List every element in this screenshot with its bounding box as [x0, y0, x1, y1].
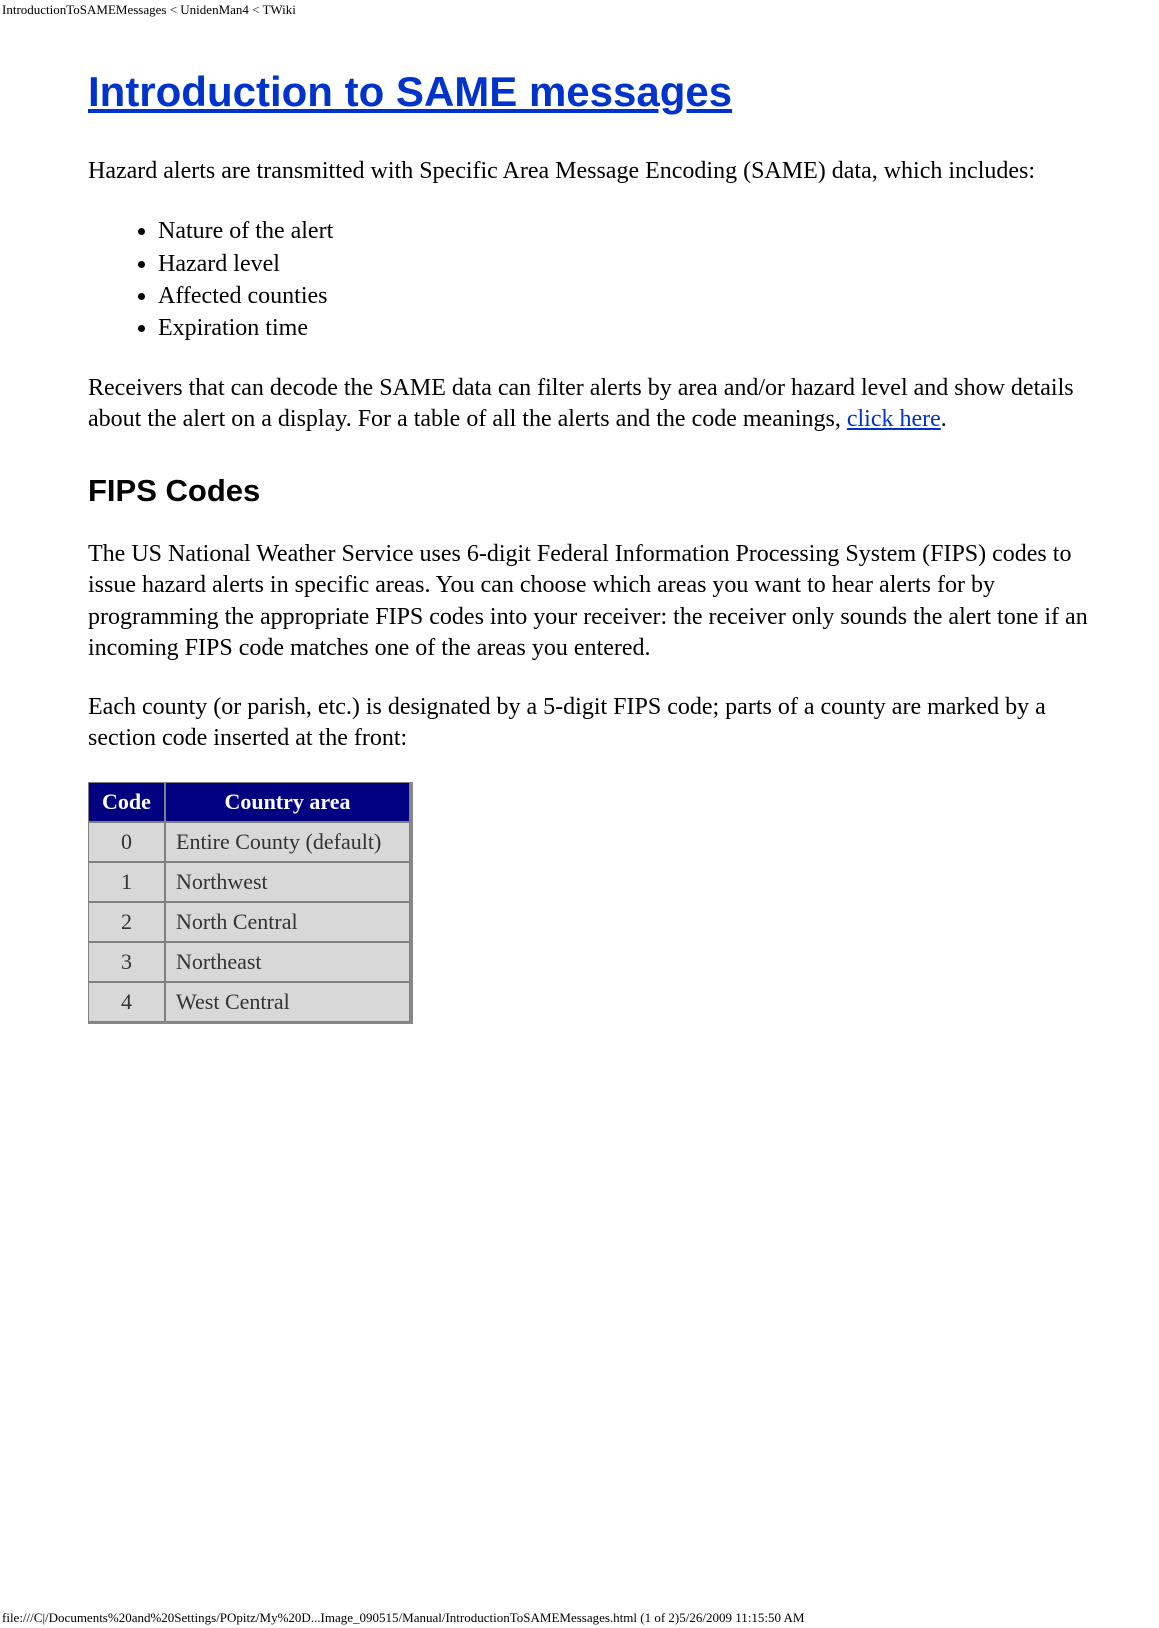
- main-content: Introduction to SAME messages Hazard ale…: [0, 18, 1118, 1024]
- table-row: 4 West Central: [88, 982, 410, 1022]
- code-cell: 0: [88, 822, 165, 862]
- area-cell: Entire County (default): [165, 822, 410, 862]
- table-row: 1 Northwest: [88, 862, 410, 902]
- header-code: Code: [88, 782, 165, 822]
- list-item: Expiration time: [158, 312, 1088, 344]
- area-cell: North Central: [165, 902, 410, 942]
- page-header-breadcrumb: IntroductionToSAMEMessages < UnidenMan4 …: [0, 0, 1159, 18]
- fips-heading: FIPS Codes: [88, 473, 1088, 509]
- area-cell: West Central: [165, 982, 410, 1022]
- code-cell: 2: [88, 902, 165, 942]
- page-title: Introduction to SAME messages: [88, 68, 1088, 116]
- page-footer-path: file:///C|/Documents%20and%20Settings/PO…: [2, 1610, 804, 1626]
- code-cell: 4: [88, 982, 165, 1022]
- receivers-paragraph: Receivers that can decode the SAME data …: [88, 373, 1088, 435]
- bullet-list: Nature of the alert Hazard level Affecte…: [88, 215, 1088, 345]
- header-area: Country area: [165, 782, 410, 822]
- receivers-text-after: .: [941, 406, 947, 432]
- click-here-link[interactable]: click here: [847, 406, 941, 432]
- code-cell: 1: [88, 862, 165, 902]
- table-row: 0 Entire County (default): [88, 822, 410, 862]
- code-cell: 3: [88, 942, 165, 982]
- area-cell: Northwest: [165, 862, 410, 902]
- table-row: 2 North Central: [88, 902, 410, 942]
- fips-codes-table: Code Country area 0 Entire County (defau…: [88, 782, 413, 1024]
- area-cell: Northeast: [165, 942, 410, 982]
- list-item: Nature of the alert: [158, 215, 1088, 247]
- fips-paragraph-1: The US National Weather Service uses 6-d…: [88, 539, 1088, 664]
- list-item: Hazard level: [158, 248, 1088, 280]
- fips-paragraph-2: Each county (or parish, etc.) is designa…: [88, 692, 1088, 754]
- table-header-row: Code Country area: [88, 782, 410, 822]
- table-row: 3 Northeast: [88, 942, 410, 982]
- list-item: Affected counties: [158, 280, 1088, 312]
- intro-paragraph: Hazard alerts are transmitted with Speci…: [88, 156, 1088, 187]
